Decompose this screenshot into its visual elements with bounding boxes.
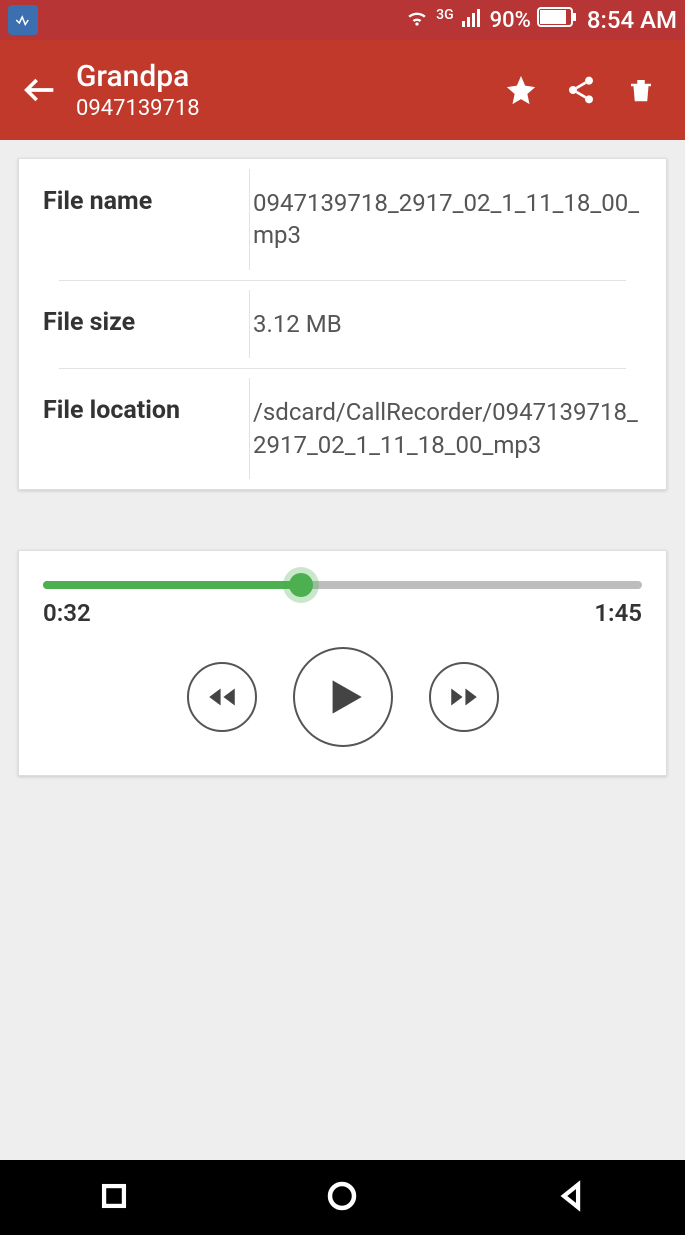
delete-button[interactable] <box>613 62 669 118</box>
info-value: 0947139718_2917_02_1_11_18_00_mp3 <box>233 187 642 252</box>
content-area: File name 0947139718_2917_02_1_11_18_00_… <box>0 140 685 1160</box>
info-value: /sdcard/CallRecorder/0947139718_2917_02_… <box>233 396 642 461</box>
page-title: Grandpa <box>76 59 200 94</box>
notification-app-icon <box>8 5 38 35</box>
seek-bar-fill <box>43 581 301 589</box>
share-button[interactable] <box>553 62 609 118</box>
system-nav-bar <box>0 1160 685 1235</box>
battery-percent-label: 90% <box>490 8 531 33</box>
battery-icon <box>537 7 577 33</box>
network-type-label: 3G <box>436 7 454 23</box>
back-button[interactable] <box>16 66 64 114</box>
nav-home-button[interactable] <box>324 1178 360 1218</box>
clock-label: 8:54 AM <box>587 6 677 34</box>
file-info-card: File name 0947139718_2917_02_1_11_18_00_… <box>18 158 667 490</box>
elapsed-time-label: 0:32 <box>43 599 91 627</box>
app-bar: Grandpa 0947139718 <box>0 40 685 140</box>
favorite-button[interactable] <box>493 62 549 118</box>
wifi-icon <box>404 4 430 36</box>
info-row-file-size: File size 3.12 MB <box>19 280 666 368</box>
info-label: File name <box>43 187 233 252</box>
info-row-file-location: File location /sdcard/CallRecorder/09471… <box>19 368 666 489</box>
info-value: 3.12 MB <box>233 308 642 340</box>
seek-bar[interactable] <box>43 581 642 589</box>
nav-back-button[interactable] <box>554 1179 588 1217</box>
rewind-button[interactable] <box>187 662 257 732</box>
info-label: File size <box>43 308 233 340</box>
seek-bar-thumb[interactable] <box>289 573 313 597</box>
player-card: 0:32 1:45 <box>18 550 667 776</box>
nav-recent-button[interactable] <box>97 1179 131 1217</box>
fast-forward-button[interactable] <box>429 662 499 732</box>
info-row-file-name: File name 0947139718_2917_02_1_11_18_00_… <box>19 159 666 280</box>
duration-label: 1:45 <box>594 599 642 627</box>
info-label: File location <box>43 396 233 461</box>
play-button[interactable] <box>293 647 393 747</box>
page-subtitle: 0947139718 <box>76 96 200 121</box>
status-bar: 3G 90% 8:54 AM <box>0 0 685 40</box>
signal-icon <box>460 5 484 35</box>
